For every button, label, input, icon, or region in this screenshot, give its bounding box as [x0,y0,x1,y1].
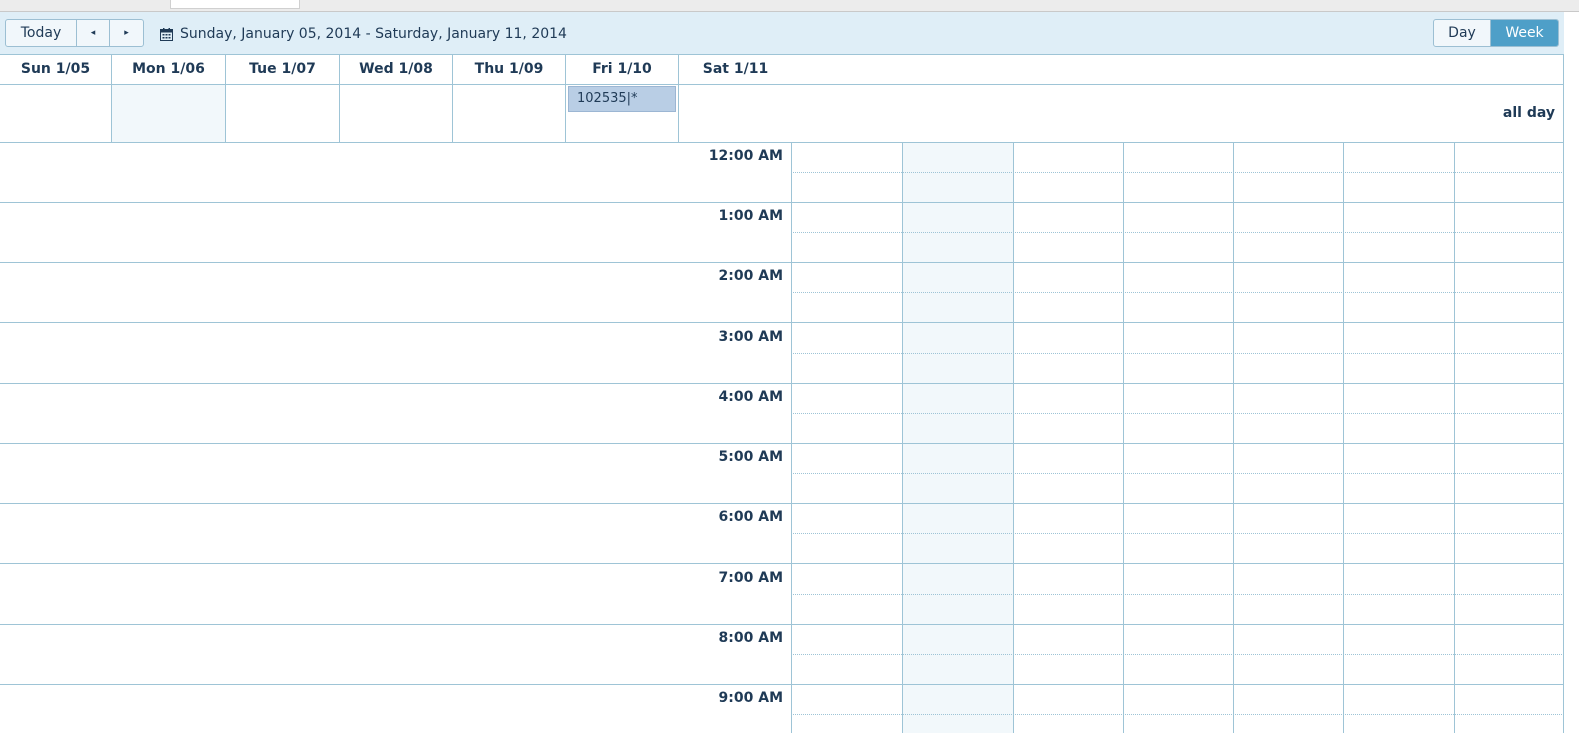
time-grid: 12:00 AM 1:00 AM 2:00 AM 3:00 AM 4:00 AM… [0,143,1564,733]
next-week-button[interactable]: ▸ [110,20,143,46]
day-header-wed[interactable]: Wed 1/08 [340,55,453,84]
hour-row[interactable]: 1:00 AM [0,203,1564,263]
all-day-slot-sun[interactable] [0,85,112,142]
day-header-sun[interactable]: Sun 1/05 [0,55,112,84]
today-button[interactable]: Today [6,20,77,46]
hour-row[interactable]: 7:00 AM [0,565,1564,625]
calendar-toolbar: Today ◂ ▸ Sunday, January 05, 2014 - Sat… [0,12,1564,55]
time-label: 8:00 AM [718,630,783,646]
time-label: 7:00 AM [718,570,783,586]
date-range-picker[interactable]: Sunday, January 05, 2014 - Saturday, Jan… [160,25,567,43]
chevron-right-icon: ▸ [124,28,129,38]
week-view-button[interactable]: Week [1491,20,1558,46]
time-label: 12:00 AM [708,148,783,164]
hour-row[interactable]: 4:00 AM [0,384,1564,444]
hour-row[interactable]: 8:00 AM [0,625,1564,685]
half-hour-line [791,533,1564,534]
half-hour-line [791,292,1564,293]
day-header-row: Sun 1/05 Mon 1/06 Tue 1/07 Wed 1/08 Thu … [0,55,1564,85]
all-day-slot-mon[interactable] [112,85,226,142]
view-switcher: Day Week [1433,19,1559,47]
calendar-event[interactable]: 102535|* [568,86,676,112]
half-hour-line [791,232,1564,233]
navigation-button-group: Today ◂ ▸ [5,19,144,47]
chevron-left-icon: ◂ [90,28,96,38]
day-view-button[interactable]: Day [1434,20,1491,46]
time-label: 1:00 AM [718,208,783,224]
half-hour-line [791,594,1564,595]
half-hour-line [791,714,1564,715]
time-label: 2:00 AM [718,268,783,284]
all-day-slot-wed[interactable] [340,85,453,142]
browser-tab-strip [0,0,1579,12]
all-day-slot-thu[interactable] [453,85,566,142]
time-label: 4:00 AM [718,389,783,405]
day-header-thu[interactable]: Thu 1/09 [453,55,566,84]
all-day-slot-tue[interactable] [226,85,340,142]
browser-tab[interactable] [170,0,300,9]
hour-row[interactable]: 2:00 AM [0,263,1564,323]
all-day-row: 102535|* all day [0,85,1564,143]
day-header-tue[interactable]: Tue 1/07 [226,55,340,84]
calendar-icon [160,27,173,41]
hour-row[interactable]: 6:00 AM [0,504,1564,564]
grid-right-border [1563,55,1564,733]
day-header-sat[interactable]: Sat 1/11 [679,55,792,84]
time-label: 5:00 AM [718,449,783,465]
hour-row[interactable]: 9:00 AM [0,685,1564,745]
all-day-label: all day [1502,105,1555,121]
half-hour-line [791,172,1564,173]
time-label: 3:00 AM [718,329,783,345]
half-hour-line [791,654,1564,655]
day-header-mon[interactable]: Mon 1/06 [112,55,226,84]
previous-week-button[interactable]: ◂ [77,20,110,46]
day-header-fri[interactable]: Fri 1/10 [566,55,679,84]
hour-row[interactable]: 5:00 AM [0,444,1564,504]
hour-row[interactable]: 12:00 AM [0,143,1564,203]
date-range-text: Sunday, January 05, 2014 - Saturday, Jan… [180,26,567,42]
half-hour-line [791,413,1564,414]
hour-row[interactable]: 3:00 AM [0,324,1564,384]
time-label: 9:00 AM [718,690,783,706]
half-hour-line [791,473,1564,474]
time-label: 6:00 AM [718,509,783,525]
half-hour-line [791,353,1564,354]
